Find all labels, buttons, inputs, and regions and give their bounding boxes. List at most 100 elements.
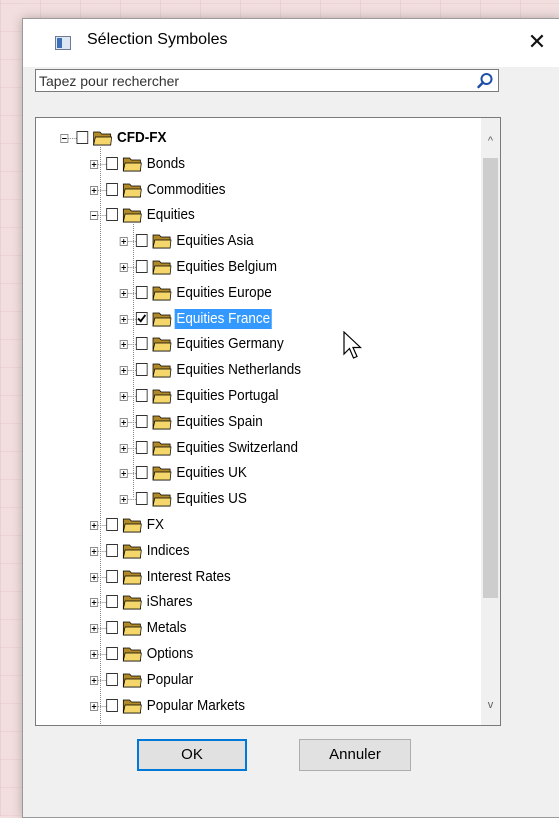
expand-icon[interactable] bbox=[90, 701, 99, 711]
tree-item-label[interactable]: Commodities bbox=[145, 180, 227, 200]
item-checkbox[interactable] bbox=[106, 182, 118, 196]
tree-item-label[interactable]: Equities Germany bbox=[175, 334, 286, 354]
item-checkbox[interactable] bbox=[135, 492, 148, 506]
expand-icon[interactable] bbox=[119, 340, 128, 350]
expand-icon[interactable] bbox=[90, 159, 99, 169]
item-checkbox[interactable] bbox=[106, 156, 118, 170]
expand-icon[interactable] bbox=[119, 417, 128, 427]
item-checkbox[interactable] bbox=[135, 466, 148, 480]
expand-icon[interactable] bbox=[90, 598, 99, 608]
expand-icon[interactable] bbox=[119, 288, 128, 298]
tree-item[interactable]: Bonds bbox=[36, 153, 414, 179]
tree-item[interactable]: FX bbox=[36, 514, 414, 540]
expand-icon[interactable] bbox=[119, 314, 128, 324]
tree-item[interactable]: Options bbox=[36, 643, 414, 669]
tree-item-label[interactable]: Equities Switzerland bbox=[175, 438, 300, 458]
tree-item[interactable]: Equities Belgium bbox=[36, 256, 414, 282]
expand-icon[interactable] bbox=[90, 185, 99, 195]
tree-item-label[interactable]: CFD-FX bbox=[115, 128, 168, 148]
expand-icon[interactable] bbox=[90, 650, 99, 659]
expand-icon[interactable] bbox=[119, 366, 128, 376]
tree-item[interactable]: Equities US bbox=[36, 488, 414, 514]
tree-item[interactable]: Equities Netherlands bbox=[36, 359, 414, 385]
tree-item[interactable]: Interest Rates bbox=[36, 566, 414, 592]
collapse-icon[interactable] bbox=[90, 211, 99, 221]
tree-item[interactable]: CFD-FX bbox=[36, 127, 414, 153]
item-checkbox[interactable] bbox=[106, 595, 118, 609]
tree-item-label[interactable]: Options bbox=[145, 644, 195, 664]
item-checkbox[interactable] bbox=[106, 647, 118, 660]
item-checkbox[interactable] bbox=[135, 337, 148, 351]
item-checkbox[interactable] bbox=[106, 698, 118, 712]
tree-item[interactable]: Equities bbox=[36, 204, 414, 230]
tree-item[interactable]: Equities Spain bbox=[36, 411, 414, 437]
tree-item[interactable]: Popular Markets bbox=[36, 695, 414, 721]
scroll-up-icon[interactable]: ^ bbox=[481, 132, 500, 151]
tree-item[interactable]: Popular bbox=[36, 669, 414, 695]
expand-icon[interactable] bbox=[90, 521, 99, 530]
tree-item[interactable]: Equities Portugal bbox=[36, 385, 414, 411]
expand-icon[interactable] bbox=[90, 546, 99, 556]
item-checkbox[interactable] bbox=[76, 131, 89, 144]
vertical-scrollbar[interactable]: ^ v bbox=[481, 118, 500, 725]
item-checkbox[interactable] bbox=[106, 672, 118, 686]
symbol-tree[interactable]: CFD-FX Bonds Commodities Equities Equities A… bbox=[35, 117, 501, 726]
tree-item[interactable]: Equities UK bbox=[36, 462, 414, 488]
tree-item-label[interactable]: iShares bbox=[145, 592, 194, 612]
item-checkbox[interactable] bbox=[135, 285, 148, 299]
expand-icon[interactable] bbox=[90, 624, 99, 634]
tree-item-label[interactable]: Equities Portugal bbox=[175, 386, 281, 406]
item-checkbox[interactable] bbox=[106, 569, 118, 583]
tree-item-label[interactable]: Indices bbox=[145, 541, 191, 561]
expand-icon[interactable] bbox=[119, 469, 128, 479]
expand-icon[interactable] bbox=[90, 572, 99, 582]
tree-item-label[interactable]: Equities Asia bbox=[175, 231, 256, 251]
scrollbar-thumb[interactable] bbox=[483, 158, 498, 598]
tree-item[interactable]: Equities Switzerland bbox=[36, 437, 414, 463]
tree-item[interactable]: Equities Europe bbox=[36, 282, 414, 308]
item-checkbox[interactable] bbox=[106, 518, 118, 531]
ok-button[interactable]: OK bbox=[137, 739, 247, 771]
tree-item-label[interactable]: Equities Belgium bbox=[175, 257, 279, 277]
tree-item[interactable]: Commodities bbox=[36, 179, 414, 205]
item-checkbox[interactable] bbox=[135, 311, 148, 325]
tree-item-label[interactable]: Equities US bbox=[175, 489, 249, 509]
item-checkbox[interactable] bbox=[106, 621, 118, 635]
item-checkbox[interactable] bbox=[135, 414, 148, 428]
tree-item-label[interactable]: Popular Markets bbox=[145, 696, 247, 716]
tree-item-label[interactable]: Popular bbox=[145, 670, 195, 690]
expand-icon[interactable] bbox=[90, 675, 99, 685]
item-checkbox[interactable] bbox=[135, 363, 148, 377]
item-checkbox[interactable] bbox=[106, 208, 118, 222]
search-icon[interactable] bbox=[476, 72, 494, 90]
search-input[interactable] bbox=[37, 71, 471, 90]
tree-item-label[interactable]: Equities Spain bbox=[175, 412, 265, 432]
tree-item-label[interactable]: Equities France bbox=[173, 307, 273, 330]
item-checkbox[interactable] bbox=[135, 260, 148, 273]
expand-icon[interactable] bbox=[119, 495, 128, 505]
item-checkbox[interactable] bbox=[135, 440, 148, 454]
tree-item-label[interactable]: FX bbox=[145, 515, 166, 535]
tree-item[interactable]: Equities Asia bbox=[36, 230, 414, 256]
cancel-button[interactable]: Annuler bbox=[299, 739, 411, 771]
item-checkbox[interactable] bbox=[106, 543, 118, 557]
item-checkbox[interactable] bbox=[135, 234, 148, 248]
tree-item-label[interactable]: Metals bbox=[145, 618, 188, 638]
tree-item[interactable]: iShares bbox=[36, 591, 414, 617]
close-button[interactable]: ✕ bbox=[514, 19, 559, 67]
tree-item-label[interactable]: Bonds bbox=[145, 154, 187, 174]
expand-icon[interactable] bbox=[119, 392, 128, 401]
tree-item-label[interactable]: Equities UK bbox=[175, 463, 249, 483]
tree-item[interactable]: Indices bbox=[36, 540, 414, 566]
collapse-icon[interactable] bbox=[60, 134, 69, 143]
tree-item[interactable]: Equities France bbox=[36, 307, 414, 334]
tree-item-label[interactable]: Interest Rates bbox=[145, 567, 233, 587]
scroll-down-icon[interactable]: v bbox=[481, 696, 500, 715]
expand-icon[interactable] bbox=[119, 263, 128, 272]
tree-item-label[interactable]: Equities Netherlands bbox=[175, 360, 303, 380]
expand-icon[interactable] bbox=[119, 237, 128, 247]
tree-item[interactable]: Metals bbox=[36, 617, 414, 643]
tree-item-label[interactable]: Equities Europe bbox=[175, 283, 274, 303]
item-checkbox[interactable] bbox=[135, 389, 148, 402]
tree-item-label[interactable]: Equities bbox=[145, 205, 197, 225]
